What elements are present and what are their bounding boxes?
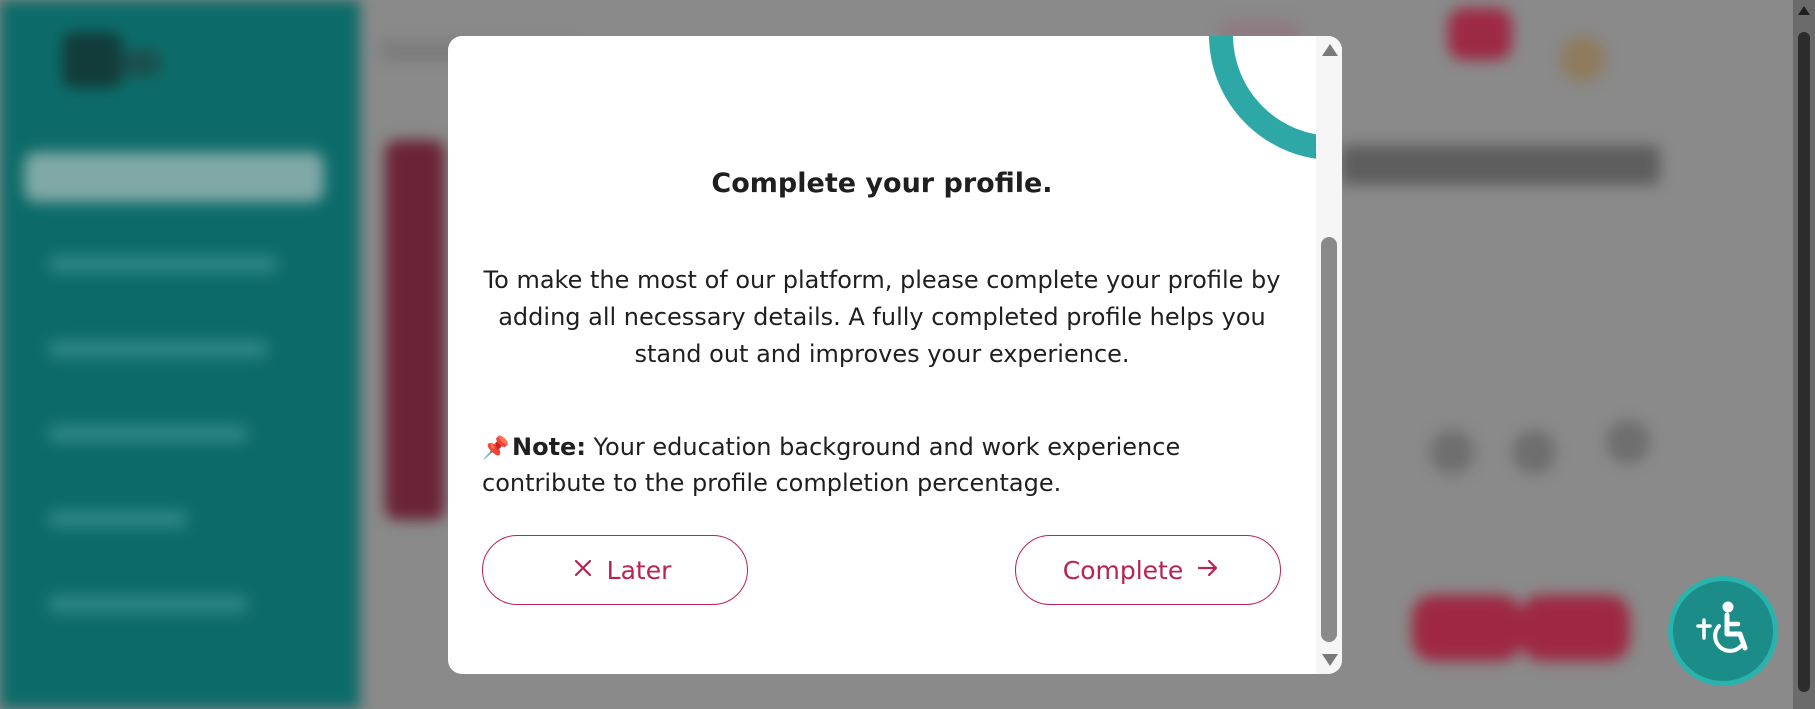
bg-circle (1430, 430, 1474, 474)
complete-button[interactable]: Complete (1015, 535, 1281, 605)
bg-sidebar-item (48, 340, 268, 358)
modal-body-text: To make the most of our platform, please… (483, 266, 1281, 368)
bg-sidebar-item (48, 595, 248, 613)
bg-circle (1512, 430, 1556, 474)
bg-circle (1606, 420, 1650, 464)
modal-note: 📌 Note: Your education background and wor… (482, 430, 1272, 501)
modal-title: Complete your profile. (711, 168, 1053, 199)
scroll-down-arrow-icon[interactable] (1322, 654, 1338, 666)
bg-logo (62, 32, 122, 88)
complete-label: Complete (1062, 555, 1184, 585)
bg-panel (385, 140, 445, 520)
later-button[interactable]: Later (482, 535, 748, 605)
pin-icon: 📌 (482, 436, 510, 461)
note-label: Note: (512, 433, 586, 461)
page: Complete your profile. To make the most … (0, 0, 1815, 709)
bg-logo-text (120, 50, 160, 76)
bg-pill (1520, 595, 1630, 661)
accessibility-wheelchair-icon (1690, 596, 1756, 666)
page-scroll-up-icon[interactable] (1798, 6, 1810, 15)
accessibility-button[interactable] (1668, 576, 1778, 686)
bg-pill (1412, 595, 1522, 661)
close-icon (573, 555, 593, 585)
bg-notification (1448, 8, 1512, 60)
bg-sidebar-button (24, 152, 324, 202)
later-label: Later (606, 555, 672, 585)
page-scroll-thumb[interactable] (1798, 32, 1810, 692)
arrow-right-icon (1197, 555, 1219, 585)
bg-avatar (1560, 36, 1606, 82)
bg-sidebar-item (48, 255, 278, 273)
scroll-up-arrow-icon[interactable] (1322, 44, 1338, 56)
bg-right-bar (1340, 145, 1660, 185)
modal-scroll-thumb[interactable] (1321, 237, 1337, 642)
modal-scrollbar[interactable] (1316, 36, 1342, 674)
note-text: Your education background and work exper… (482, 433, 1181, 497)
bg-sidebar-item (48, 425, 248, 443)
page-scrollbar[interactable] (1793, 0, 1815, 709)
complete-profile-modal: Complete your profile. To make the most … (448, 36, 1342, 674)
bg-sidebar-item (48, 510, 188, 528)
